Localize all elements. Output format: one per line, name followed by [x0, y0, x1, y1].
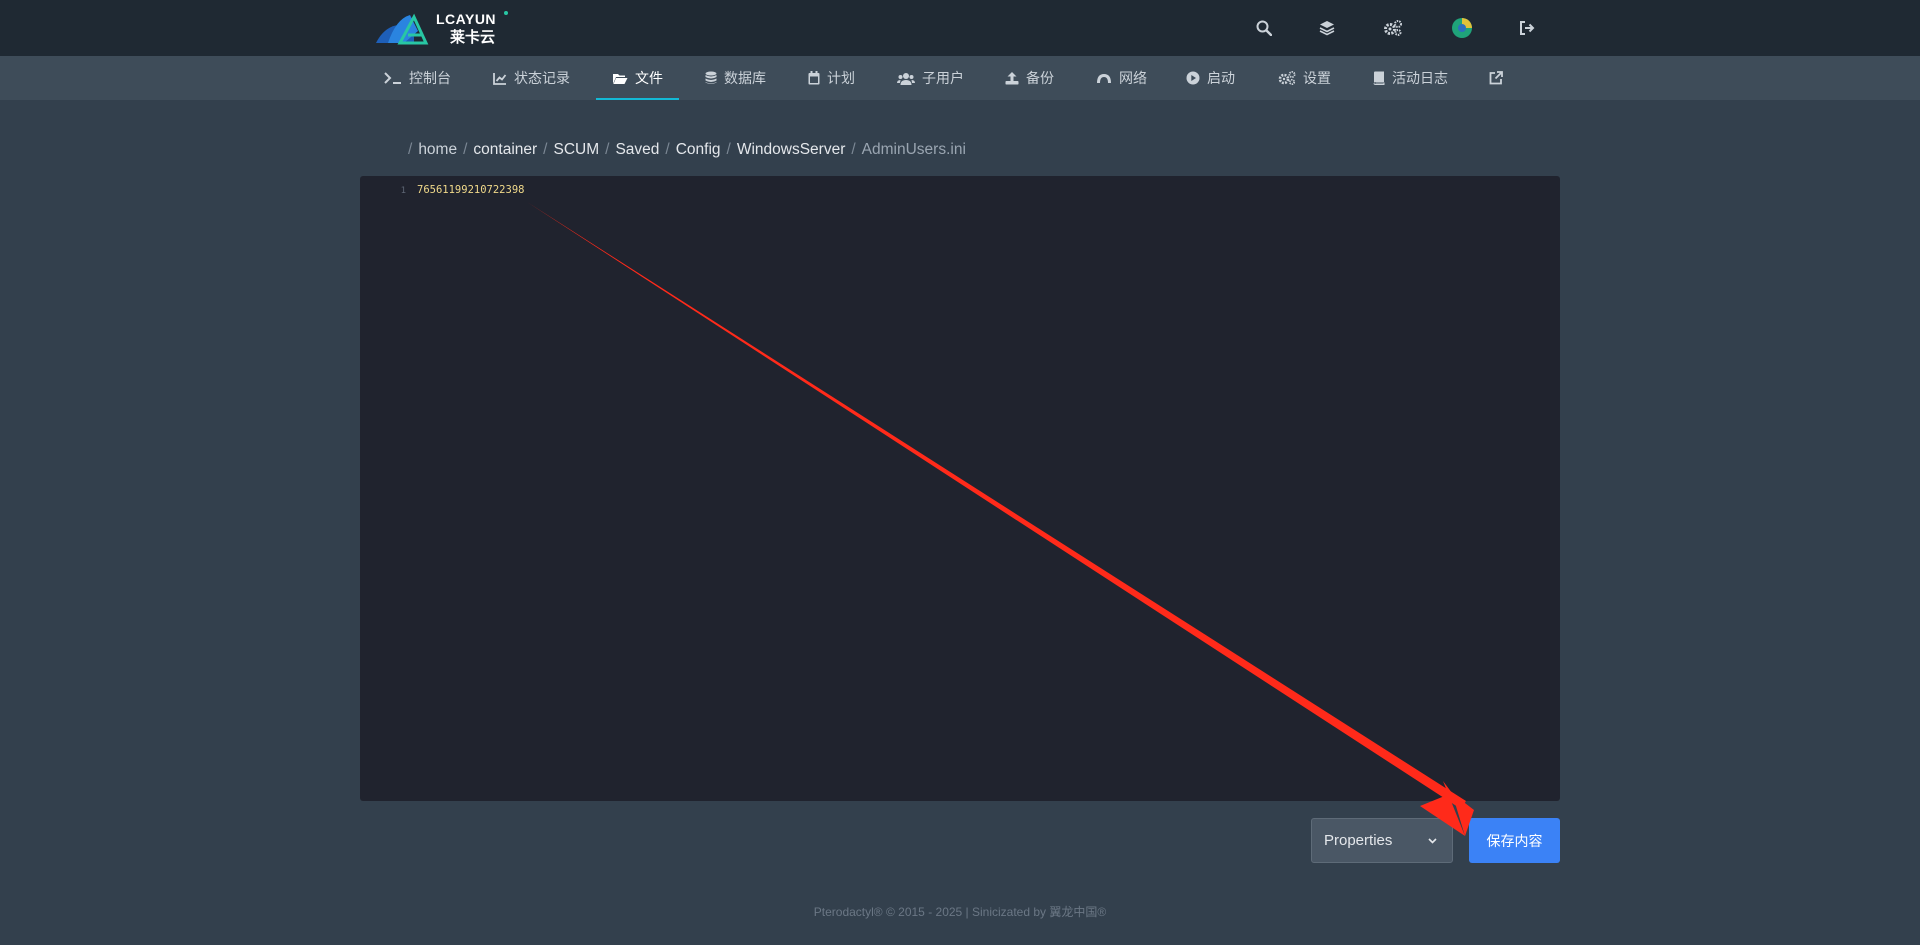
users-icon: [897, 72, 915, 85]
breadcrumb-scum[interactable]: SCUM: [553, 141, 599, 159]
tab-activity[interactable]: 活动日志: [1373, 56, 1448, 100]
search-icon[interactable]: [1252, 16, 1276, 40]
tab-network[interactable]: 网络: [1096, 56, 1147, 100]
external-link-button[interactable]: [1489, 56, 1503, 100]
breadcrumb-saved[interactable]: Saved: [615, 141, 659, 159]
breadcrumb-container[interactable]: container: [473, 141, 537, 159]
tab-subusers[interactable]: 子用户: [897, 56, 964, 100]
book-icon: [1373, 71, 1385, 85]
tab-label: 活动日志: [1392, 70, 1448, 86]
logo-text: LCAYUN: [436, 11, 497, 27]
breadcrumb-separator: /: [605, 141, 610, 158]
tab-label: 数据库: [724, 70, 766, 86]
tab-files[interactable]: 文件: [596, 56, 679, 100]
tab-startup[interactable]: 启动: [1186, 56, 1235, 100]
tab-label: 网络: [1119, 70, 1147, 86]
tab-label: 启动: [1207, 70, 1235, 86]
server-nav: 控制台 状态记录 文件 数据库 计划 子用户 备份 网络 启动 设置 活动日志: [0, 56, 1920, 100]
tab-label: 计划: [827, 70, 855, 86]
breadcrumb-config[interactable]: Config: [676, 141, 721, 159]
tab-backups[interactable]: 备份: [1005, 56, 1054, 100]
tab-label: 设置: [1303, 70, 1331, 86]
network-icon: [1097, 74, 1111, 83]
breadcrumb-separator: /: [726, 141, 731, 158]
external-link-icon: [1489, 71, 1503, 85]
code-line[interactable]: 76561199210722398: [417, 184, 524, 196]
calendar-icon: [808, 71, 820, 85]
code-editor[interactable]: 1 76561199210722398: [360, 176, 1560, 801]
tab-console[interactable]: 控制台: [384, 56, 451, 100]
breadcrumb-home[interactable]: home: [418, 141, 457, 159]
play-icon: [1186, 71, 1200, 85]
tab-label: 控制台: [409, 70, 451, 86]
cogs-icon: [1278, 71, 1296, 85]
breadcrumb-separator: /: [851, 141, 856, 158]
breadcrumb-windowsserver[interactable]: WindowsServer: [737, 141, 846, 159]
tab-stats[interactable]: 状态记录: [493, 56, 570, 100]
tab-label: 文件: [635, 70, 663, 86]
breadcrumb-separator: /: [543, 141, 548, 158]
footer-copyright: Pterodactyl® © 2015 - 2025 | Sinicizated…: [813, 905, 1107, 919]
breadcrumb-current-file: AdminUsers.ini: [861, 141, 966, 158]
breadcrumb-separator: /: [463, 141, 468, 158]
chevron-down-icon: [1428, 838, 1437, 844]
cogs-icon[interactable]: [1381, 16, 1405, 40]
tab-settings[interactable]: 设置: [1278, 56, 1331, 100]
tab-schedules[interactable]: 计划: [808, 56, 855, 100]
avatar[interactable]: [1450, 16, 1474, 40]
upload-icon: [1005, 72, 1019, 85]
logo-subtext: 莱卡云: [450, 29, 496, 46]
tab-databases[interactable]: 数据库: [705, 56, 766, 100]
folder-open-icon: [613, 73, 628, 84]
breadcrumb-separator: /: [665, 141, 670, 158]
file-mode-select[interactable]: Properties: [1311, 818, 1453, 863]
brand-logo[interactable]: LCAYUN 莱卡云: [374, 9, 509, 46]
layers-icon[interactable]: [1315, 16, 1339, 40]
terminal-icon: [384, 72, 401, 84]
line-number: 1: [400, 186, 406, 196]
database-icon: [705, 71, 717, 84]
file-mode-value: Properties: [1324, 832, 1393, 849]
chart-icon: [493, 72, 507, 85]
logout-icon[interactable]: [1515, 16, 1539, 40]
top-header: LCAYUN 莱卡云: [0, 0, 1920, 56]
save-content-button[interactable]: 保存内容: [1469, 818, 1560, 863]
tab-label: 备份: [1026, 70, 1054, 86]
breadcrumb: / home / container / SCUM / Saved / Conf…: [408, 140, 966, 160]
tab-label: 子用户: [922, 70, 964, 86]
breadcrumb-separator: /: [408, 141, 413, 158]
tab-label: 状态记录: [514, 70, 570, 86]
